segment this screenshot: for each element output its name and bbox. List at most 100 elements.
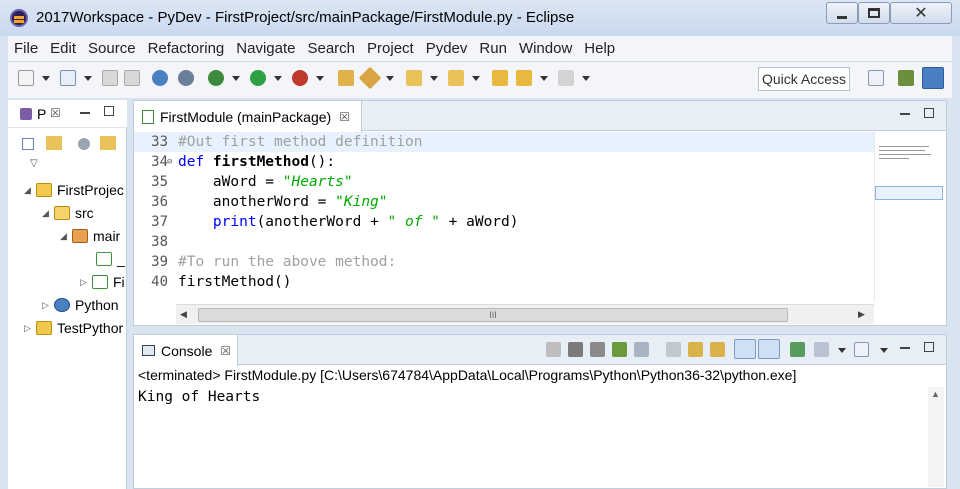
filter-icon[interactable] [78, 138, 90, 150]
code-overview-ruler[interactable] [874, 132, 946, 302]
console-vertical-scrollbar[interactable]: ▲ [928, 387, 944, 487]
tree-item-src[interactable]: ◢ src [42, 202, 94, 224]
tree-item-testpython[interactable]: ▷ TestPythor [24, 317, 123, 339]
tree-item-init[interactable]: _ [84, 248, 125, 270]
new-icon[interactable] [18, 70, 34, 86]
menu-search[interactable]: Search [301, 40, 361, 57]
external-tools-icon[interactable] [292, 70, 308, 86]
view-menu-icon[interactable] [100, 136, 116, 150]
collapse-all-icon[interactable] [22, 138, 34, 150]
link-with-editor-icon[interactable] [46, 136, 62, 150]
editor-tab-close-icon[interactable]: ☒ [339, 110, 350, 124]
open-folder-icon[interactable] [338, 70, 354, 86]
word-wrap-icon[interactable] [688, 342, 703, 357]
console-tab-close-icon[interactable]: ☒ [220, 344, 231, 358]
maximize-button[interactable] [858, 2, 890, 24]
pydev-package-icon[interactable] [178, 70, 194, 86]
debug-dropdown-icon[interactable] [232, 76, 240, 81]
python-icon[interactable] [152, 70, 168, 86]
external-tools-dropdown-icon[interactable] [316, 76, 324, 81]
menu-project[interactable]: Project [361, 40, 420, 57]
search-dropdown-icon[interactable] [386, 76, 394, 81]
forward-dropdown-icon[interactable] [582, 76, 590, 81]
tree-item-python[interactable]: ▷ Python [42, 294, 119, 316]
menu-run[interactable]: Run [473, 40, 513, 57]
scrollbar-thumb[interactable]: III [198, 308, 788, 322]
show-error-icon[interactable] [758, 339, 780, 359]
back-dropdown-icon[interactable] [540, 76, 548, 81]
save-icon[interactable] [102, 70, 118, 86]
next-annotation-icon[interactable] [406, 70, 422, 86]
scroll-up-icon[interactable]: ▲ [931, 389, 940, 399]
new-project-dropdown-icon[interactable] [84, 76, 92, 81]
save-all-icon[interactable] [124, 70, 140, 86]
twisty-icon[interactable]: ▷ [80, 277, 92, 288]
run-dropdown-icon[interactable] [274, 76, 282, 81]
pydev-perspective-icon[interactable] [922, 67, 944, 89]
menu-file[interactable]: File [8, 40, 44, 57]
close-button[interactable]: ✕ [890, 2, 952, 24]
twisty-icon[interactable]: ▷ [42, 300, 54, 311]
fold-icon[interactable]: ⊖ [167, 157, 172, 167]
last-edit-icon[interactable] [492, 70, 508, 86]
tree-item-firstproject[interactable]: ◢ FirstProjec [24, 179, 124, 201]
forward-icon[interactable] [558, 70, 574, 86]
menu-navigate[interactable]: Navigate [230, 40, 301, 57]
explorer-minimize-icon[interactable] [80, 112, 90, 114]
search-wand-icon[interactable] [358, 66, 382, 90]
show-on-output-icon[interactable] [710, 342, 725, 357]
minimize-button[interactable] [826, 2, 858, 24]
pydev-console-icon[interactable] [612, 342, 627, 357]
debug-perspective-icon[interactable] [898, 70, 914, 86]
new-console-dropdown-icon[interactable] [880, 348, 888, 353]
remove-all-terminated-icon[interactable] [590, 342, 605, 357]
tree-item-mainpackage[interactable]: ◢ mair [60, 225, 120, 247]
editor-minimize-icon[interactable] [900, 113, 910, 115]
overview-viewport[interactable] [875, 186, 943, 200]
open-console-icon[interactable] [790, 342, 805, 357]
display-console-icon[interactable] [814, 342, 829, 357]
new-console-icon[interactable] [854, 342, 869, 357]
scroll-lock-icon[interactable] [666, 342, 681, 357]
terminate-icon[interactable] [546, 342, 561, 357]
open-perspective-icon[interactable] [868, 70, 884, 86]
code-area[interactable]: 33 #Out first method definition 34 ⊖ def fi… [134, 132, 874, 302]
menu-refactoring[interactable]: Refactoring [142, 40, 231, 57]
quick-access-field[interactable]: Quick Access [758, 67, 850, 91]
tab-firstmodule[interactable]: FirstModule (mainPackage) ☒ [134, 101, 362, 132]
debug-icon[interactable] [208, 70, 224, 86]
scroll-left-icon[interactable]: ◀ [180, 309, 187, 320]
explorer-tab-close-icon[interactable]: ☒ [50, 106, 61, 120]
tab-console[interactable]: Console ☒ [134, 335, 238, 366]
remove-launch-icon[interactable] [568, 342, 583, 357]
console-output[interactable]: King of Hearts [138, 389, 260, 405]
explorer-tab-label[interactable]: P [37, 106, 46, 122]
menu-edit[interactable]: Edit [44, 40, 82, 57]
explorer-menu-chevron-icon[interactable]: ▽ [30, 158, 38, 169]
twisty-icon[interactable]: ◢ [24, 185, 36, 196]
clear-console-icon[interactable] [634, 342, 649, 357]
menu-window[interactable]: Window [513, 40, 578, 57]
console-maximize-icon[interactable] [924, 342, 934, 352]
editor-horizontal-scrollbar[interactable]: ◀ III ▶ [176, 304, 874, 324]
menu-source[interactable]: Source [82, 40, 142, 57]
pin-console-icon[interactable] [734, 339, 756, 359]
editor-maximize-icon[interactable] [924, 108, 934, 118]
display-console-dropdown-icon[interactable] [838, 348, 846, 353]
new-dropdown-icon[interactable] [42, 76, 50, 81]
twisty-icon[interactable]: ▷ [24, 323, 36, 334]
previous-annotation-icon[interactable] [448, 70, 464, 86]
menu-help[interactable]: Help [578, 40, 621, 57]
run-icon[interactable] [250, 70, 266, 86]
twisty-icon[interactable]: ◢ [60, 231, 72, 242]
scroll-right-icon[interactable]: ▶ [858, 309, 865, 320]
tree-item-firstmodule[interactable]: ▷ Fi [80, 271, 125, 293]
twisty-icon[interactable]: ◢ [42, 208, 54, 219]
back-icon[interactable] [516, 70, 532, 86]
console-minimize-icon[interactable] [900, 347, 910, 349]
previous-annotation-dropdown-icon[interactable] [472, 76, 480, 81]
new-project-icon[interactable] [60, 70, 76, 86]
next-annotation-dropdown-icon[interactable] [430, 76, 438, 81]
explorer-maximize-icon[interactable] [104, 106, 114, 116]
menu-pydev[interactable]: Pydev [420, 40, 474, 57]
